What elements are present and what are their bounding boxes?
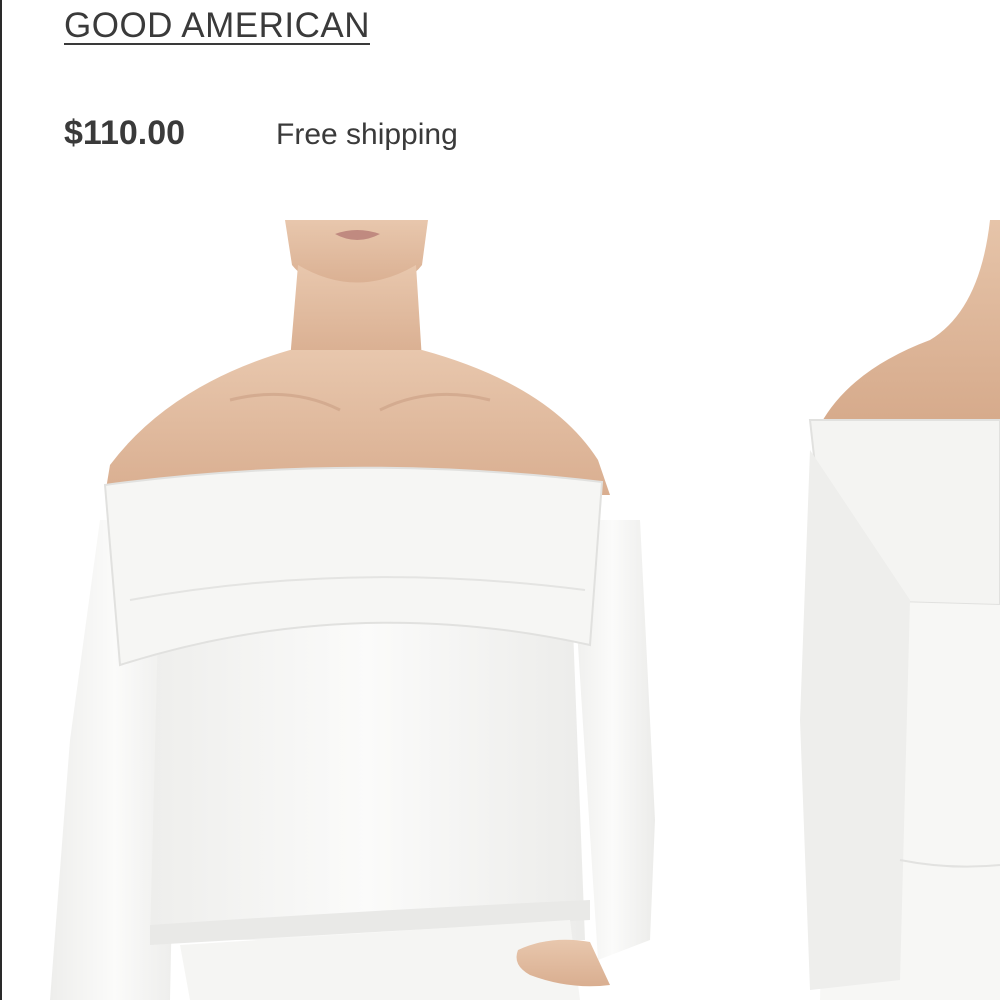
product-photo-front[interactable] bbox=[50, 220, 660, 1000]
brand-link[interactable]: GOOD AMERICAN bbox=[64, 6, 370, 46]
product-image-gallery bbox=[0, 220, 1000, 1000]
product-photo-side[interactable] bbox=[790, 220, 1000, 1000]
shipping-info: Free shipping bbox=[276, 118, 458, 151]
product-price: $110.00 bbox=[64, 114, 186, 152]
